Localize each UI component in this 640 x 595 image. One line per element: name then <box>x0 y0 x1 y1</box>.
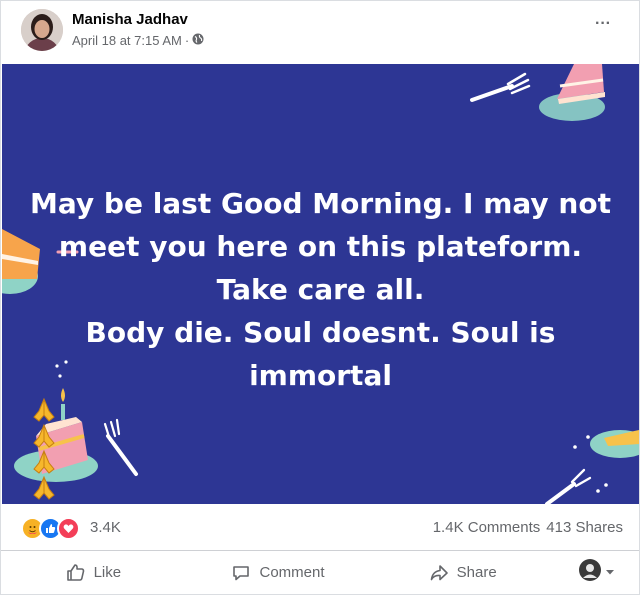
post-date[interactable]: April 18 at 7:15 AM <box>72 33 182 48</box>
cake-slice-icon <box>539 64 605 121</box>
folded-hands-icon <box>33 423 55 448</box>
post-actions: Like Comment Share <box>1 551 639 594</box>
comment-icon <box>233 565 250 580</box>
share-button[interactable]: Share <box>370 563 555 583</box>
comment-count[interactable]: 1.4K Comments <box>433 519 541 536</box>
thumbs-up-icon <box>66 563 84 581</box>
profile-avatar-small <box>579 559 602 586</box>
more-options-button[interactable]: ··· <box>595 15 611 33</box>
folded-hands-icon <box>33 475 55 500</box>
message-line-2: meet you here on this plateform. <box>58 230 583 263</box>
author-name[interactable]: Manisha Jadhav <box>72 11 188 28</box>
share-label: Share <box>456 564 497 581</box>
meta-separator: · <box>184 33 190 48</box>
facebook-post: Manisha Jadhav April 18 at 7:15 AM · ··· <box>0 0 640 595</box>
post-meta: April 18 at 7:15 AM · <box>72 33 204 48</box>
message-line-1: May be last Good Morning. I may not <box>30 187 611 220</box>
chevron-down-icon <box>605 564 615 582</box>
share-icon <box>430 564 448 580</box>
post-message: May be last Good Morning. I may not meet… <box>22 182 619 501</box>
share-count[interactable]: 413 Shares <box>546 519 623 536</box>
folded-hands-icon <box>33 449 55 474</box>
reaction-count[interactable]: 3.4K <box>90 519 121 536</box>
profile-selector[interactable] <box>555 559 639 586</box>
post-text-banner: May be last Good Morning. I may not meet… <box>2 64 639 504</box>
globe-icon[interactable] <box>192 33 204 48</box>
love-icon <box>57 517 80 540</box>
engagement-counts: 1.4K Comments 413 Shares <box>433 519 623 536</box>
folded-hands-emojis <box>30 397 619 501</box>
comment-button[interactable]: Comment <box>186 563 371 583</box>
message-line-5-text: immortal <box>249 359 392 392</box>
fork-icon <box>470 72 531 102</box>
post-header: Manisha Jadhav April 18 at 7:15 AM · ··· <box>1 1 639 61</box>
like-label: Like <box>93 564 122 581</box>
folded-hands-icon <box>33 397 55 422</box>
comment-label: Comment <box>259 564 325 581</box>
post-stats: 3.4K 1.4K Comments 413 Shares <box>1 504 639 551</box>
message-line-3: Take care all. <box>216 273 425 306</box>
like-button[interactable]: Like <box>1 563 186 583</box>
reaction-icons[interactable] <box>21 517 80 540</box>
avatar[interactable] <box>21 9 63 51</box>
message-line-4: Body die. Soul doesnt. Soul is <box>85 316 556 349</box>
message-line-5: immortal <box>22 354 619 501</box>
